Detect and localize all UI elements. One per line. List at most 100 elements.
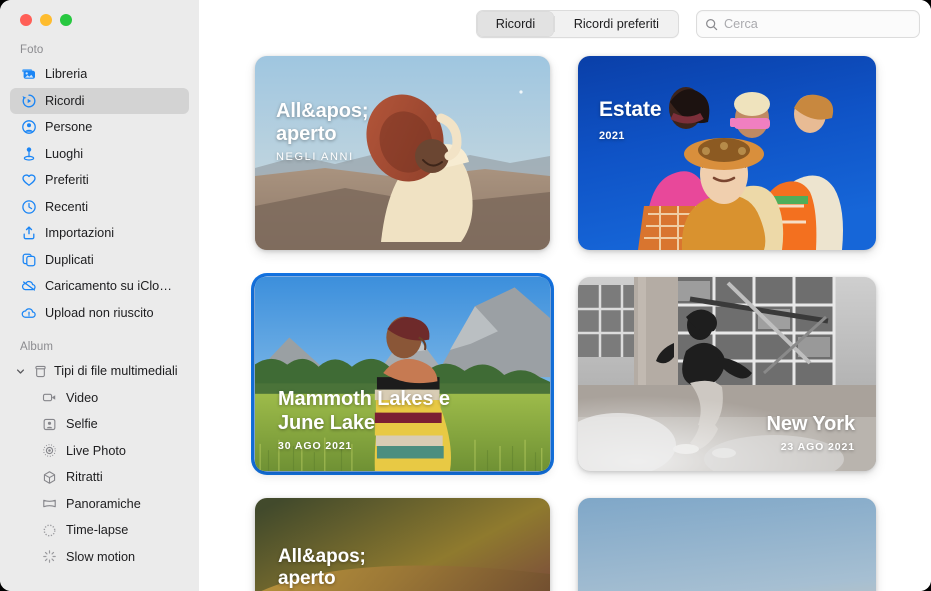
duplicate-icon — [20, 251, 37, 268]
import-arrow-icon — [20, 225, 37, 242]
memory-card-subtitle: 2021 — [599, 129, 625, 142]
sidebar-item-duplicati[interactable]: Duplicati — [10, 247, 189, 274]
memory-card-title: All&apos; aperto — [276, 100, 369, 146]
sidebar-item-live-photo[interactable]: Live Photo — [10, 438, 189, 465]
sidebar-item-label: Luoghi — [45, 146, 84, 161]
chevron-down-icon[interactable] — [14, 365, 27, 378]
sidebar-item-label: Time-lapse — [66, 523, 129, 538]
photos-library-icon — [20, 66, 37, 83]
search-icon — [705, 18, 718, 31]
sidebar-item-recenti[interactable]: Recenti — [10, 194, 189, 221]
sidebar-item-luoghi[interactable]: Luoghi — [10, 141, 189, 168]
tab-ricordi-preferiti[interactable]: Ricordi preferiti — [555, 11, 678, 37]
sidebar-item-label: Recenti — [45, 199, 89, 214]
sidebar: Foto Libreria Ricordi Persone Luoghi Pre… — [0, 0, 199, 591]
sidebar-item-label: Video — [66, 390, 99, 405]
memory-card-overlay-text: All&apos; aperto — [278, 546, 366, 590]
view-mode-segmented-control[interactable]: Ricordi Ricordi preferiti — [475, 10, 679, 38]
window-controls — [0, 0, 199, 40]
photos-window: Foto Libreria Ricordi Persone Luoghi Pre… — [0, 0, 931, 591]
minimize-button[interactable] — [40, 14, 52, 26]
memory-card-subtitle: NEGLI ANNI — [276, 150, 354, 163]
cloud-slash-icon — [20, 278, 37, 295]
sidebar-item-label: Slow motion — [66, 549, 136, 564]
sidebar-item-label: Libreria — [45, 67, 88, 82]
sidebar-item-label: Preferiti — [45, 173, 89, 188]
memory-card-wrapper: All&apos; aperto NEGLI ANNI — [255, 56, 550, 250]
memory-card-overlay-text: Mammoth Lakes e June Lake 30 AGO 2021 — [278, 388, 456, 452]
sidebar-item-label: Persone — [45, 120, 93, 135]
selfie-icon — [41, 416, 58, 433]
sidebar-item-video[interactable]: Video — [10, 385, 189, 412]
sidebar-item-libreria[interactable]: Libreria — [10, 61, 189, 88]
sidebar-item-label: Importazioni — [45, 226, 115, 241]
clock-icon — [20, 198, 37, 215]
memory-card-title: All&apos; aperto — [278, 546, 366, 590]
sidebar-item-label: Panoramiche — [66, 496, 141, 511]
sidebar-item-upload-non-riuscito[interactable]: Upload non riuscito — [10, 300, 189, 327]
close-button[interactable] — [20, 14, 32, 26]
memories-grid: All&apos; aperto NEGLI ANNI Estate 2021 … — [255, 48, 900, 591]
sidebar-item-label: Duplicati — [45, 252, 94, 267]
memories-scroll-area[interactable]: All&apos; aperto NEGLI ANNI Estate 2021 … — [199, 48, 931, 591]
memory-card-wrapper — [578, 498, 876, 591]
sidebar-section-header-foto: Foto — [20, 44, 44, 56]
memory-thumbnail-silhouette-sunset-group — [578, 498, 876, 591]
sidebar-item-ricordi[interactable]: Ricordi — [10, 87, 189, 114]
panorama-icon — [41, 495, 58, 512]
sidebar-group-tipi-di-file-multimediali[interactable]: Tipi di file multimediali — [10, 358, 189, 385]
sidebar-group-label: Tipi di file multimediali — [54, 364, 178, 379]
memory-card-wrapper: New York 23 AGO 2021 — [578, 277, 876, 471]
portrait-cube-icon — [41, 469, 58, 486]
sidebar-item-label: Selfie — [66, 417, 98, 432]
memory-card-wrapper-selected: Mammoth Lakes e June Lake 30 AGO 2021 — [251, 273, 554, 475]
sidebar-item-persone[interactable]: Persone — [10, 114, 189, 141]
sidebar-item-label: Ricordi — [45, 93, 85, 108]
sidebar-nav-foto: Libreria Ricordi Persone Luoghi Preferit… — [0, 61, 199, 326]
memories-icon — [20, 92, 37, 109]
sidebar-item-caricamento-icloud[interactable]: Caricamento su iClo… — [10, 273, 189, 300]
sidebar-item-slow-motion[interactable]: Slow motion — [10, 544, 189, 571]
zoom-button[interactable] — [60, 14, 72, 26]
media-box-icon — [32, 363, 49, 380]
memory-card-silhouette-sunset[interactable] — [578, 498, 876, 591]
memory-card-title: Mammoth Lakes e June Lake — [278, 388, 450, 434]
sidebar-nav-album: Tipi di file multimediali Video Selfie L… — [0, 358, 199, 570]
memory-card-wrapper: Estate 2021 — [578, 56, 876, 250]
memory-card-allaperto-dusk[interactable]: All&apos; aperto — [255, 498, 550, 591]
heart-icon — [20, 172, 37, 189]
search-input[interactable]: Cerca — [696, 10, 920, 38]
sidebar-item-label: Upload non riuscito — [45, 305, 154, 320]
memory-card-overlay-text: New York 23 AGO 2021 — [767, 413, 856, 453]
live-photo-icon — [41, 442, 58, 459]
memory-card-overlay-text: Estate 2021 — [599, 98, 662, 142]
sidebar-item-selfie[interactable]: Selfie — [10, 411, 189, 438]
sidebar-item-ritratti[interactable]: Ritratti — [10, 464, 189, 491]
sidebar-item-label: Ritratti — [66, 470, 103, 485]
sidebar-item-importazioni[interactable]: Importazioni — [10, 220, 189, 247]
memory-card-overlay-text: All&apos; aperto NEGLI ANNI — [276, 100, 369, 163]
memory-card-title: Estate — [599, 98, 662, 121]
memory-card-date: 23 AGO 2021 — [780, 441, 855, 453]
person-icon — [20, 119, 37, 136]
timelapse-icon — [41, 522, 58, 539]
content-area: Ricordi Ricordi preferiti Cerca All&apos… — [199, 0, 931, 591]
video-camera-icon — [41, 389, 58, 406]
cloud-warning-icon — [20, 304, 37, 321]
toolbar: Ricordi Ricordi preferiti Cerca — [199, 0, 931, 48]
sidebar-item-time-lapse[interactable]: Time-lapse — [10, 517, 189, 544]
memory-card-allaperto-negli-anni[interactable]: All&apos; aperto NEGLI ANNI — [255, 56, 550, 250]
memory-card-mammoth-lakes-e-june-lake[interactable]: Mammoth Lakes e June Lake 30 AGO 2021 — [255, 277, 550, 471]
map-pin-icon — [20, 145, 37, 162]
tab-ricordi[interactable]: Ricordi — [476, 11, 555, 37]
sidebar-item-label: Live Photo — [66, 443, 126, 458]
memory-thumbnail-blue-sky-group — [578, 56, 876, 250]
sidebar-section-header-album: Album — [20, 341, 54, 353]
memory-card-date: 30 AGO 2021 — [278, 440, 353, 452]
sidebar-item-panoramiche[interactable]: Panoramiche — [10, 491, 189, 518]
memory-card-estate-2021[interactable]: Estate 2021 — [578, 56, 876, 250]
slow-motion-icon — [41, 548, 58, 565]
sidebar-item-preferiti[interactable]: Preferiti — [10, 167, 189, 194]
memory-card-wrapper: All&apos; aperto — [255, 498, 550, 591]
memory-card-new-york[interactable]: New York 23 AGO 2021 — [578, 277, 876, 471]
